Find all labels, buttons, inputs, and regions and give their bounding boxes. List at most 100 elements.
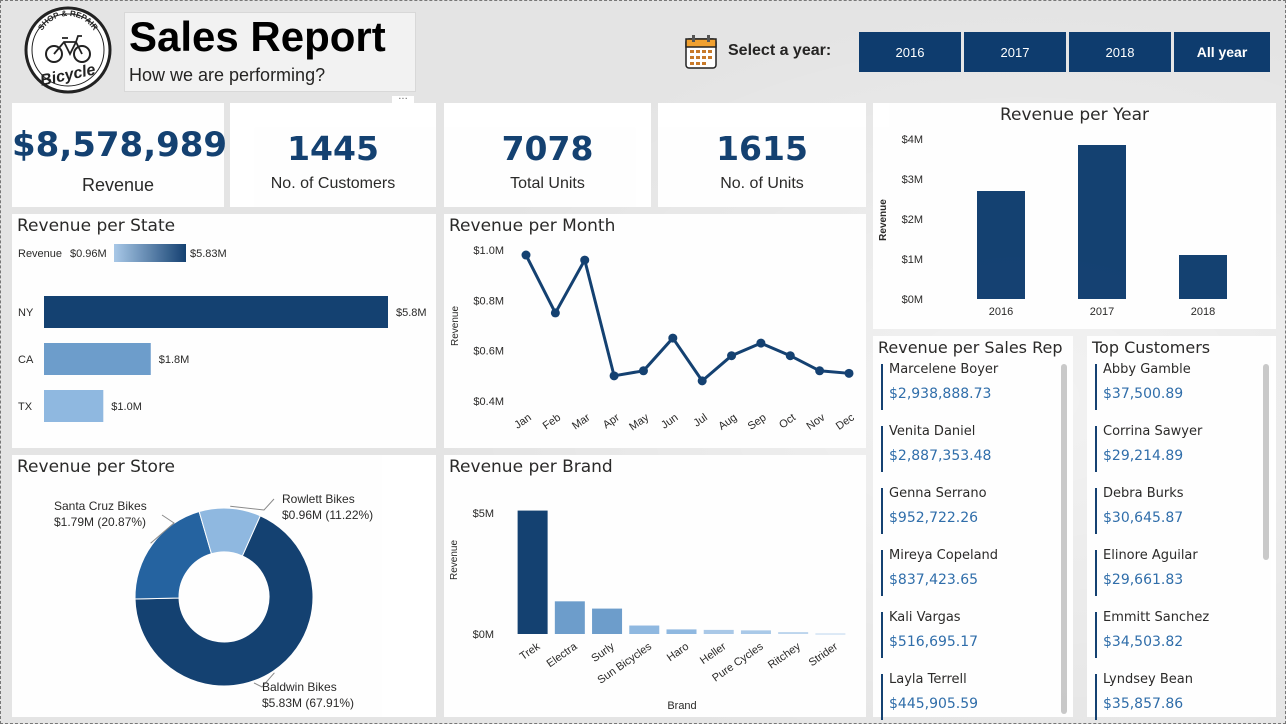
top-customer-value: $29,214.89 bbox=[1103, 448, 1184, 464]
sales-rep-title: Revenue per Sales Rep bbox=[878, 338, 1063, 357]
month-y-tick: $0.8M bbox=[473, 295, 504, 307]
month-x-tick: Apr bbox=[601, 411, 622, 431]
month-x-tick: Jul bbox=[692, 412, 710, 430]
kpi-revenue-label: Revenue bbox=[81, 175, 155, 195]
brand-y-axis-label: Revenue bbox=[449, 540, 460, 580]
sales-rep-name: Kali Vargas bbox=[889, 610, 961, 625]
year-bar bbox=[977, 191, 1025, 299]
revenue-per-brand-chart: $5M$0MRevenueTrek Electra SurlySun Bicycle… bbox=[449, 508, 846, 712]
year-button-2016[interactable]: 2016 bbox=[859, 32, 961, 72]
year-x-tick: 2016 bbox=[989, 306, 1013, 318]
month-y-tick: $0.6M bbox=[473, 346, 504, 358]
sales-rep-value: $837,423.65 bbox=[889, 572, 979, 588]
store-slice-label: $1.79M (20.87%) bbox=[54, 515, 146, 529]
state-tick-label: TX bbox=[18, 401, 33, 413]
month-x-tick: May bbox=[627, 411, 651, 433]
state-bar bbox=[44, 390, 104, 422]
top-customer-value: $30,645.87 bbox=[1103, 510, 1184, 526]
store-slice-name: Rowlett Bikes bbox=[282, 492, 355, 506]
state-bar bbox=[44, 296, 388, 328]
month-y-axis-label: Revenue bbox=[450, 306, 461, 346]
year-y-axis-label: Revenue bbox=[878, 199, 889, 241]
sales-rep-value: $516,695.17 bbox=[889, 634, 979, 650]
brand-y-tick: $5M bbox=[473, 508, 494, 520]
month-point bbox=[785, 351, 795, 361]
sales-rep-name: Mireya Copeland bbox=[889, 548, 999, 563]
sales-rep-scrollbar[interactable] bbox=[1061, 364, 1067, 714]
top-customers-scrollbar[interactable] bbox=[1263, 364, 1269, 560]
brand-bar bbox=[815, 633, 846, 635]
top-customer-accent-bar bbox=[1095, 426, 1097, 472]
more-options-icon[interactable]: ··· bbox=[392, 95, 414, 110]
month-point bbox=[521, 250, 531, 260]
top-customers-title: Top Customers bbox=[1092, 338, 1211, 357]
brand-bar bbox=[666, 629, 697, 634]
top-customer-name: Elinore Aguilar bbox=[1103, 548, 1198, 563]
select-year-label: Select a year: bbox=[728, 42, 832, 59]
month-point bbox=[727, 351, 737, 361]
month-point bbox=[638, 366, 648, 376]
title-card: Sales Report How we are performing? bbox=[124, 12, 416, 92]
state-data-label: $1.8M bbox=[159, 354, 190, 366]
kpi-total-units-card: 7078 Total Units bbox=[444, 103, 651, 207]
month-point bbox=[844, 368, 854, 378]
top-customer-name: Corrina Sawyer bbox=[1103, 424, 1203, 439]
year-y-tick: $3M bbox=[902, 174, 923, 186]
top-customer-name: Debra Burks bbox=[1103, 486, 1184, 501]
top-customer-value: $29,661.83 bbox=[1103, 572, 1184, 588]
top-customer-value: $37,500.89 bbox=[1103, 386, 1184, 402]
sales-rep-accent-bar bbox=[881, 612, 883, 658]
month-x-tick: Dec bbox=[834, 411, 857, 432]
top-customer-accent-bar bbox=[1095, 488, 1097, 534]
brand-y-tick: $0M bbox=[473, 629, 494, 641]
top-customer-name: Abby Gamble bbox=[1103, 362, 1191, 377]
year-y-tick: $1M bbox=[902, 254, 923, 266]
revenue-per-month-card: Revenue per Month $1.0M $0.8M $0.6M $0.4M Re… bbox=[444, 214, 866, 448]
revenue-per-state-chart: Revenue $0.96M $5.83M NY $5.8M CA $1.8M TX $1.0M bbox=[18, 244, 427, 422]
sales-rep-accent-bar bbox=[881, 674, 883, 720]
sales-rep-name: Venita Daniel bbox=[889, 424, 976, 439]
month-series-line bbox=[524, 254, 850, 384]
brand-bar bbox=[592, 608, 623, 634]
state-legend-gradient bbox=[114, 244, 186, 262]
month-point bbox=[697, 376, 707, 386]
brand-x-tick: Haro bbox=[665, 641, 691, 665]
brand-bar bbox=[703, 629, 734, 634]
month-point bbox=[815, 366, 825, 376]
month-point bbox=[609, 371, 619, 381]
sales-rep-value: $952,722.26 bbox=[889, 510, 979, 526]
revenue-per-year-chart: $4M $3M $2M $1M $0M Revenue 2016 2017 2018 bbox=[878, 134, 1227, 318]
month-x-tick: Mar bbox=[570, 411, 593, 432]
year-y-tick: $0M bbox=[902, 294, 923, 306]
brand-x-tick: Ritchey bbox=[766, 640, 803, 671]
brand-x-tick: Trek bbox=[518, 640, 543, 663]
year-button-2017[interactable]: 2017 bbox=[964, 32, 1066, 72]
year-button-2018[interactable]: 2018 bbox=[1069, 32, 1171, 72]
state-legend-min: $0.96M bbox=[70, 248, 107, 260]
year-bar bbox=[1179, 255, 1227, 299]
kpi-units-label: No. of Units bbox=[720, 175, 804, 192]
month-x-tick: Oct bbox=[777, 412, 798, 432]
revenue-per-month-chart: $1.0M $0.8M $0.6M $0.4M Revenue Jan Feb Mar Apr M… bbox=[450, 245, 857, 433]
brand-bar bbox=[740, 630, 771, 634]
brand-bar bbox=[554, 601, 585, 634]
sales-rep-value: $445,905.59 bbox=[889, 696, 979, 712]
kpi-customers-card: 1445 No. of Customers bbox=[230, 103, 436, 207]
month-x-tick: Nov bbox=[804, 411, 827, 432]
calendar-icon bbox=[684, 34, 718, 74]
kpi-total-units-value: 7078 bbox=[501, 129, 594, 168]
year-y-tick: $4M bbox=[902, 134, 923, 146]
sales-rep-accent-bar bbox=[881, 364, 883, 410]
month-y-tick: $1.0M bbox=[473, 245, 504, 257]
month-x-tick: Jun bbox=[659, 412, 680, 432]
year-button-all[interactable]: All year bbox=[1174, 32, 1270, 72]
revenue-per-store-card: Revenue per Store Baldwin Bikes $5.83M (6… bbox=[12, 455, 436, 717]
kpi-customers-value: 1445 bbox=[287, 129, 379, 168]
top-customer-value: $34,503.82 bbox=[1103, 634, 1184, 650]
store-slice bbox=[134, 510, 213, 600]
state-tick-label: NY bbox=[18, 307, 34, 319]
month-point bbox=[580, 255, 590, 265]
brand-x-axis-label: Brand bbox=[667, 700, 696, 712]
store-slice-name: Santa Cruz Bikes bbox=[54, 499, 147, 513]
month-point bbox=[668, 333, 678, 343]
